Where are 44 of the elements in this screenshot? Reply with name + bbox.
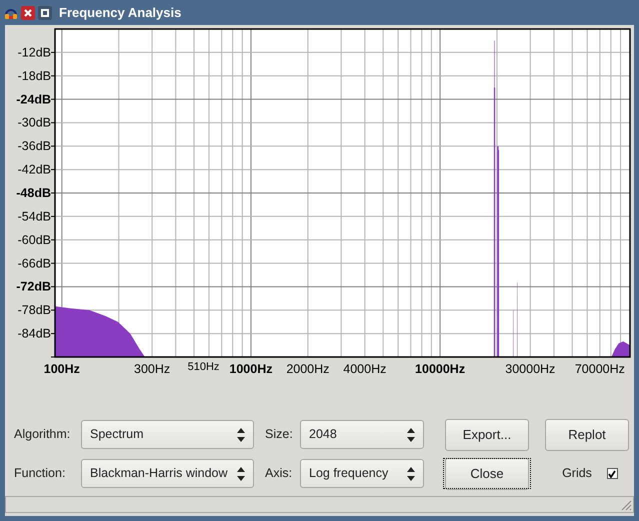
x-tick-label: 30000Hz bbox=[505, 362, 556, 376]
y-tick-label: -36dB bbox=[18, 139, 51, 154]
field-label: Algorithm: bbox=[14, 426, 72, 444]
dropdown[interactable]: Log frequency bbox=[300, 459, 424, 488]
close-icon[interactable] bbox=[21, 6, 35, 20]
x-tick-label: 2000Hz bbox=[286, 362, 330, 376]
dropdown[interactable]: Spectrum bbox=[81, 420, 254, 449]
y-tick-label: -54dB bbox=[18, 209, 51, 224]
y-tick-label: -30dB bbox=[18, 116, 51, 130]
x-tick-label: 300Hz bbox=[134, 362, 170, 376]
y-tick-label: -48dB bbox=[16, 186, 51, 200]
up-down-arrows-icon bbox=[237, 466, 245, 480]
dialog-button[interactable]: Replot bbox=[545, 418, 629, 450]
y-tick-label: -18dB bbox=[18, 68, 51, 83]
window-title: Frequency Analysis bbox=[59, 4, 182, 22]
dialog-button[interactable]: Export... bbox=[445, 418, 529, 450]
dialog-button[interactable]: Close bbox=[445, 458, 529, 490]
check-icon bbox=[608, 470, 616, 478]
grids-checkbox[interactable] bbox=[606, 468, 618, 479]
dropdown[interactable]: Blackman-Harris window bbox=[81, 459, 254, 488]
up-down-arrows-icon bbox=[407, 466, 415, 480]
y-tick-label: -66dB bbox=[18, 256, 51, 270]
x-tick-label: 10000Hz bbox=[415, 362, 466, 376]
y-tick-label: -84dB bbox=[18, 326, 51, 341]
field-label: Axis: bbox=[265, 465, 294, 482]
resize-grip-icon[interactable] bbox=[620, 499, 632, 511]
y-tick-label: -78dB bbox=[18, 303, 51, 318]
y-tick-label: -42dB bbox=[18, 162, 51, 177]
y-tick-label: -72dB bbox=[16, 280, 51, 294]
y-tick-label: -60dB bbox=[18, 232, 51, 247]
field-label: Function: bbox=[14, 465, 66, 482]
y-tick-label: -24dB bbox=[16, 92, 51, 106]
y-tick-label: -12dB bbox=[18, 45, 51, 60]
up-down-arrows-icon bbox=[407, 428, 415, 442]
checkbox-label: Grids bbox=[562, 465, 592, 482]
field-label: Size: bbox=[265, 426, 294, 444]
x-tick-label: 1000Hz bbox=[229, 362, 272, 376]
x-tick-label: 100Hz bbox=[44, 362, 80, 376]
dropdown[interactable]: 2048 bbox=[300, 420, 424, 449]
x-tick-label: 70000Hz bbox=[574, 362, 625, 376]
maximize-icon[interactable] bbox=[38, 6, 52, 20]
frequency-marker-label: 510Hz bbox=[188, 361, 220, 373]
up-down-arrows-icon bbox=[237, 428, 245, 442]
x-tick-label: 4000Hz bbox=[343, 362, 386, 376]
